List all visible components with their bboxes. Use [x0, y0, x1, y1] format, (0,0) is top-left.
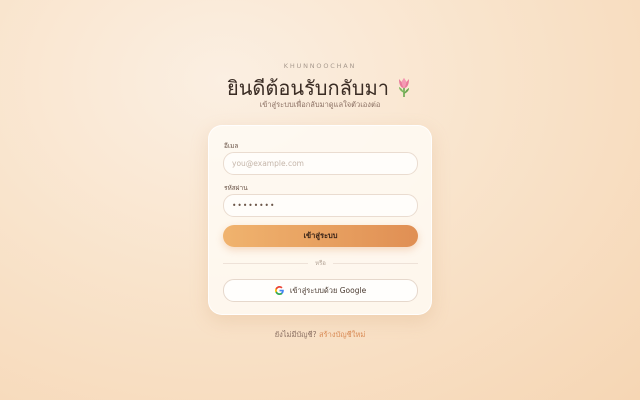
- email-label: อีเมล: [224, 142, 239, 150]
- password-input[interactable]: [223, 194, 418, 217]
- login-button[interactable]: เข้าสู่ระบบ: [223, 225, 418, 247]
- google-g-icon: [274, 286, 284, 295]
- password-label: รหัสผ่าน: [224, 184, 248, 192]
- divider-line-right: [333, 263, 418, 264]
- tulip-icon: [398, 78, 409, 97]
- signup-prompt-text: ยังไม่มีบัญชี?: [274, 330, 317, 339]
- signup-prompt: ยังไม่มีบัญชี? สร้างบัญชีใหม่: [0, 329, 640, 341]
- google-login-label: เข้าสู่ระบบด้วย Google: [289, 285, 367, 295]
- signup-link[interactable]: สร้างบัญชีใหม่: [319, 330, 365, 339]
- google-login-button[interactable]: เข้าสู่ระบบด้วย Google: [223, 279, 418, 302]
- login-card: อีเมล รหัสผ่าน เข้าสู่ระบบ หรือ เข้าสู่ร…: [208, 125, 432, 315]
- or-divider: หรือ: [223, 258, 418, 268]
- email-input[interactable]: [223, 152, 418, 175]
- page-title-text: ยินดีต้อนรับกลับมา: [227, 76, 389, 100]
- brand-name: KHUNNOOCHAN: [283, 62, 357, 70]
- page-subtitle: เข้าสู่ระบบเพื่อกลับมาดูแลใจตัวเองต่อ: [259, 100, 381, 109]
